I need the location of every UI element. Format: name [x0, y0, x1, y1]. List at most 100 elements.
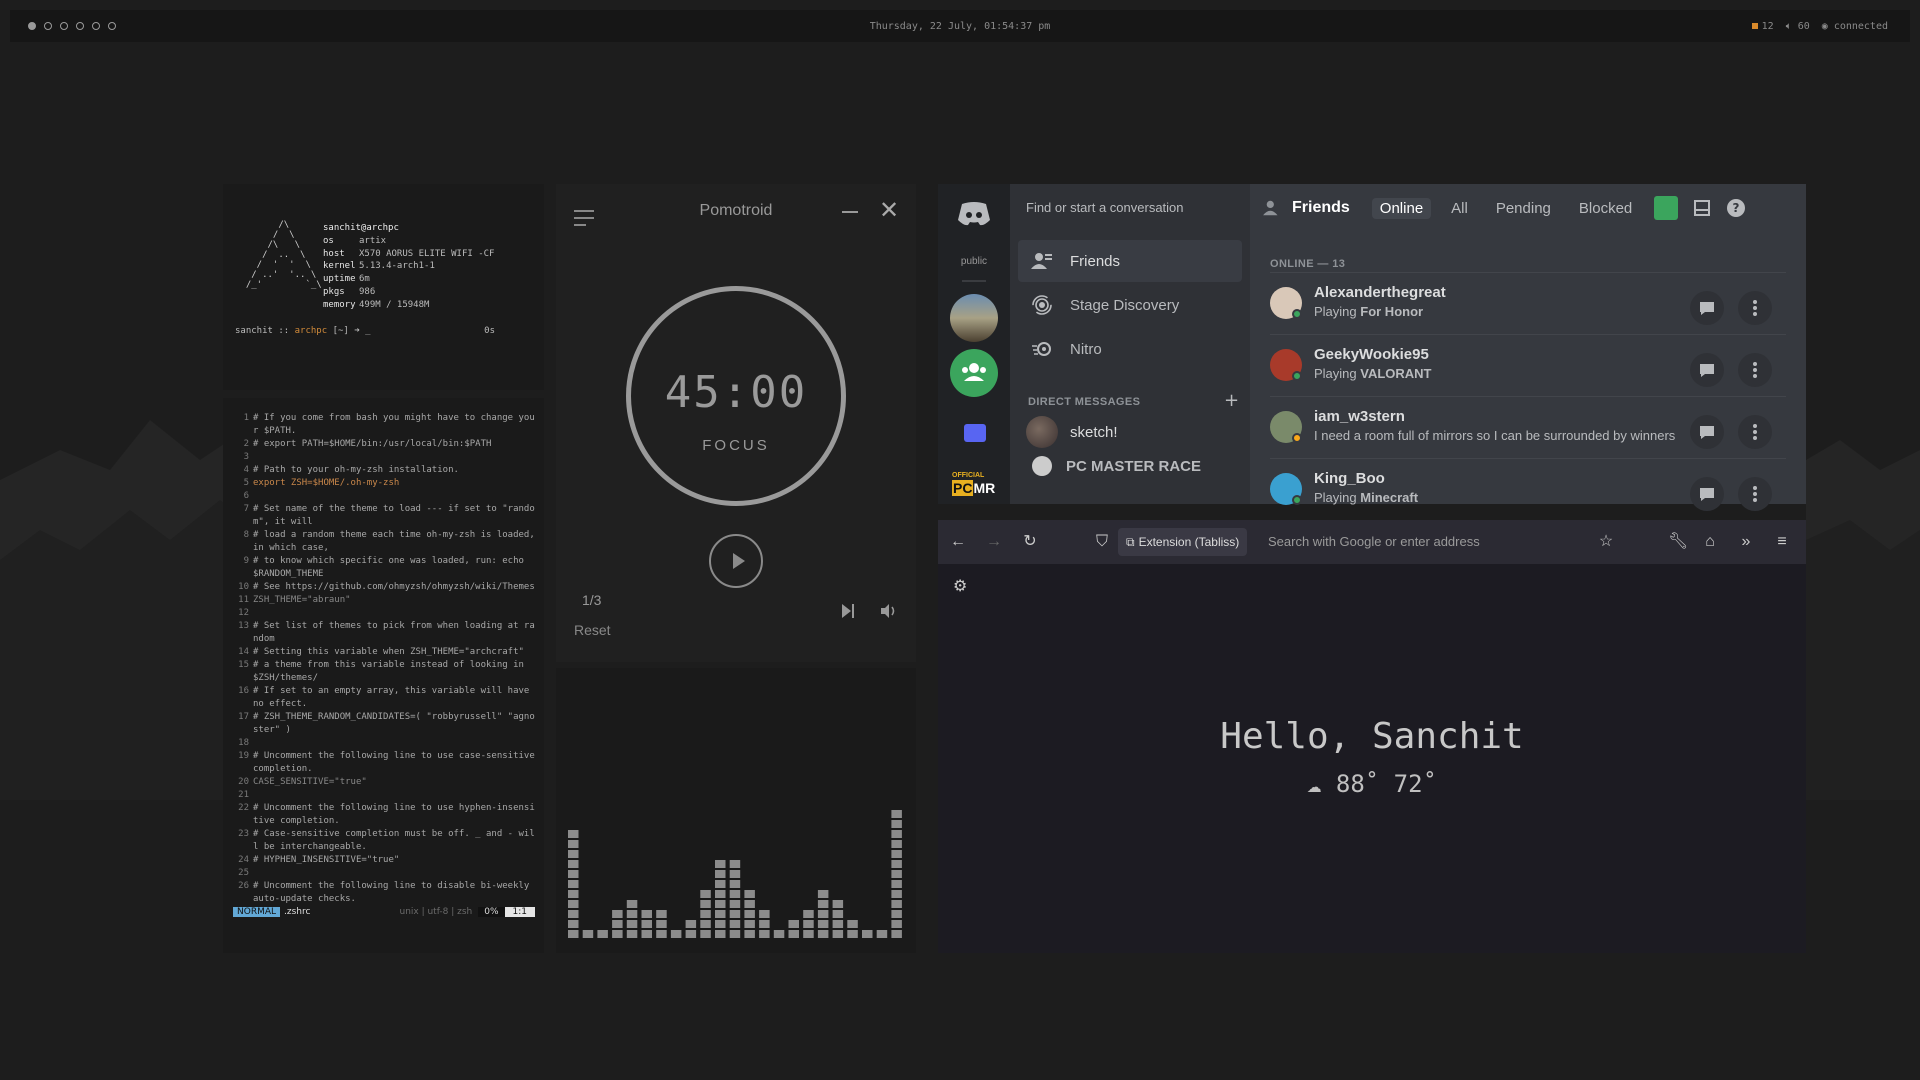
- volume-icon[interactable]: [878, 601, 898, 621]
- editor-line[interactable]: 2 # export PATH=$HOME/bin:/usr/local/bin:…: [233, 438, 535, 451]
- address-bar[interactable]: Search with Google or enter address: [1268, 534, 1480, 549]
- play-button[interactable]: [709, 534, 763, 588]
- close-button[interactable]: ✕: [879, 198, 899, 222]
- workspace-1[interactable]: [28, 22, 36, 30]
- add-friend-button[interactable]: [1654, 196, 1679, 220]
- more-options-icon[interactable]: [1738, 353, 1772, 387]
- discord-home-icon[interactable]: [954, 200, 994, 228]
- editor-line[interactable]: 12: [233, 607, 535, 620]
- editor-line[interactable]: 23 # Case-sensitive completion must be of…: [233, 828, 535, 854]
- dm-item-pcmr[interactable]: PC MASTER RACE: [1026, 456, 1201, 476]
- terminal-neofetch[interactable]: /\ / \ /\ \ / .. \ / ' ' \ / ..' '.. \ /…: [223, 184, 544, 390]
- forward-icon[interactable]: →: [986, 534, 1002, 550]
- dm-item-sketch[interactable]: sketch!: [1026, 416, 1118, 448]
- mode-indicator: NORMAL: [233, 907, 281, 917]
- friend-name: iam_w3stern: [1314, 408, 1405, 425]
- updates-indicator[interactable]: 12: [1751, 21, 1774, 32]
- extension-identity[interactable]: ⧉ Extension (Tabliss): [1118, 528, 1248, 556]
- nav-stage-discovery[interactable]: Stage Discovery: [1018, 284, 1242, 326]
- help-icon[interactable]: ?: [1726, 198, 1746, 218]
- wrench-icon[interactable]: 🔧︎: [1668, 534, 1688, 550]
- editor-line[interactable]: 9 # to know which specific one was loaded…: [233, 555, 535, 581]
- editor-line[interactable]: 18: [233, 737, 535, 750]
- reset-button[interactable]: Reset: [574, 622, 611, 638]
- editor-line[interactable]: 5 export ZSH=$HOME/.oh-my-zsh: [233, 477, 535, 490]
- friend-row[interactable]: King_Boo Playing Minecraft: [1270, 458, 1786, 520]
- editor-line[interactable]: 15 # a theme from this variable instead o…: [233, 659, 535, 685]
- network-indicator[interactable]: ◉ connected: [1822, 21, 1888, 32]
- editor-line[interactable]: 3: [233, 451, 535, 464]
- shield-icon[interactable]: ⛉: [1094, 534, 1110, 550]
- message-icon[interactable]: [1690, 353, 1724, 387]
- reload-icon[interactable]: ↻: [1022, 534, 1038, 550]
- line-text: export ZSH=$HOME/.oh-my-zsh: [253, 478, 400, 488]
- server-icon-group[interactable]: [950, 349, 998, 397]
- editor-line[interactable]: 22 # Uncomment the following line to use …: [233, 802, 535, 828]
- workspace-6[interactable]: [108, 22, 116, 30]
- editor-line[interactable]: 24 # HYPHEN_INSENSITIVE="true": [233, 854, 535, 867]
- tab-online[interactable]: Online: [1371, 197, 1432, 219]
- message-icon[interactable]: [1690, 477, 1724, 511]
- create-dm-icon[interactable]: +: [1224, 390, 1239, 411]
- tab-all[interactable]: All: [1443, 198, 1476, 219]
- shell-prompt[interactable]: sanchit :: archpc [~] ➜ _ 0s: [235, 326, 525, 336]
- friend-row[interactable]: iam_w3stern I need a room full of mirrors…: [1270, 396, 1786, 458]
- editor-line[interactable]: 7 # Set name of the theme to load --- if …: [233, 503, 535, 529]
- server-list: public OFFICIAL PCMR: [938, 184, 1010, 504]
- workspace-5[interactable]: [92, 22, 100, 30]
- home-icon[interactable]: ⌂: [1702, 534, 1718, 550]
- nav-nitro[interactable]: Nitro: [1018, 328, 1242, 370]
- line-number: 21: [238, 790, 249, 800]
- vim-editor[interactable]: 1 # If you come from bash you might have …: [223, 398, 544, 953]
- workspace-4[interactable]: [76, 22, 84, 30]
- skip-icon[interactable]: [842, 604, 856, 618]
- editor-line[interactable]: 16 # If set to an empty array, this varia…: [233, 685, 535, 711]
- minimize-button[interactable]: [842, 211, 858, 213]
- more-options-icon[interactable]: [1738, 415, 1772, 449]
- more-options-icon[interactable]: [1738, 477, 1772, 511]
- editor-line[interactable]: 13 # Set list of themes to pick from when…: [233, 620, 535, 646]
- visualizer-bar: [817, 890, 829, 938]
- message-icon[interactable]: [1690, 415, 1724, 449]
- line-number: 6: [243, 491, 249, 501]
- editor-line[interactable]: 26 # Uncomment the following line to disa…: [233, 880, 535, 906]
- info-key: pkgs: [323, 286, 345, 297]
- info-key: kernel: [323, 261, 356, 272]
- editor-line[interactable]: 4 # Path to your oh-my-zsh installation.: [233, 464, 535, 477]
- menu-icon[interactable]: ≡: [1774, 534, 1790, 550]
- more-options-icon[interactable]: [1738, 291, 1772, 325]
- tab-pending[interactable]: Pending: [1488, 198, 1559, 219]
- inbox-icon[interactable]: [1692, 198, 1712, 218]
- editor-line[interactable]: 8 # load a random theme each time oh-my-z…: [233, 529, 535, 555]
- editor-line[interactable]: 10 # See https://github.com/ohmyzsh/ohmyz…: [233, 581, 535, 594]
- settings-gear-icon[interactable]: ⚙: [953, 578, 969, 594]
- folder-icon[interactable]: [964, 424, 986, 442]
- editor-line[interactable]: 14 # Setting this variable when ZSH_THEME…: [233, 646, 535, 659]
- editor-line[interactable]: 20 CASE_SENSITIVE="true": [233, 776, 535, 789]
- workspace-3[interactable]: [60, 22, 68, 30]
- editor-line[interactable]: 17 # ZSH_THEME_RANDOM_CANDIDATES=( "robby…: [233, 711, 535, 737]
- editor-line[interactable]: 1 # If you come from bash you might have …: [233, 412, 535, 438]
- workspace-2[interactable]: [44, 22, 52, 30]
- editor-buffer[interactable]: 1 # If you come from bash you might have …: [233, 412, 535, 906]
- message-icon[interactable]: [1690, 291, 1724, 325]
- status-text: I need a room full of mirrors so I can b…: [1314, 428, 1676, 443]
- overflow-chevron-icon[interactable]: »: [1738, 534, 1754, 550]
- volume-indicator[interactable]: 🔈︎ 60: [1786, 21, 1810, 32]
- editor-line[interactable]: 21: [233, 789, 535, 802]
- editor-line[interactable]: 19 # Uncomment the following line to use …: [233, 750, 535, 776]
- back-icon[interactable]: ←: [950, 534, 966, 550]
- friend-row[interactable]: GeekyWookie95 Playing VALORANT: [1270, 334, 1786, 396]
- bookmark-star-icon[interactable]: ☆: [1598, 534, 1614, 550]
- editor-line[interactable]: 6: [233, 490, 535, 503]
- nav-friends[interactable]: Friends: [1018, 240, 1242, 282]
- conversation-search[interactable]: Find or start a conversation: [1026, 200, 1184, 215]
- editor-line[interactable]: 25: [233, 867, 535, 880]
- editor-line[interactable]: 11 ZSH_THEME="abraun": [233, 594, 535, 607]
- tab-blocked[interactable]: Blocked: [1571, 198, 1640, 219]
- pcmr-logo-mr: MR: [973, 480, 996, 496]
- pcmr-server-icon[interactable]: OFFICIAL PCMR: [952, 470, 996, 496]
- friend-row[interactable]: Alexanderthegreat Playing For Honor: [1270, 272, 1786, 334]
- friends-icon: [1263, 200, 1278, 216]
- server-icon-landscape[interactable]: [950, 294, 998, 342]
